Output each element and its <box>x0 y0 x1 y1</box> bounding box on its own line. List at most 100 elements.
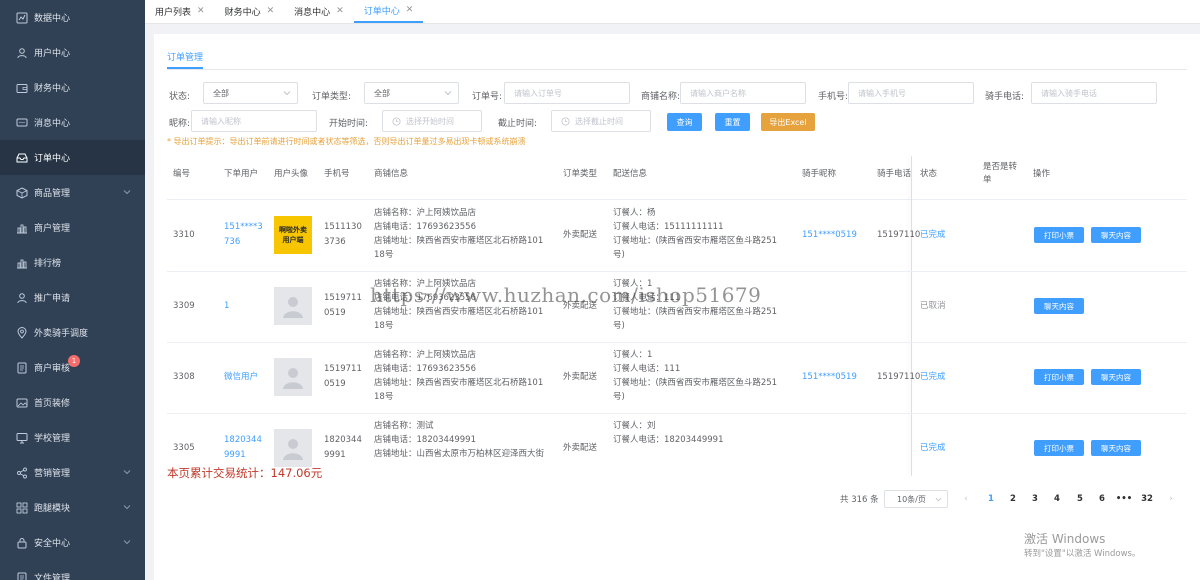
rider-name[interactable]: 151****0519 <box>802 228 857 243</box>
location-icon <box>16 326 28 339</box>
picture-icon <box>16 397 28 409</box>
chat-content-button[interactable]: 聊天内容 <box>1091 369 1141 385</box>
reset-button[interactable]: 重置 <box>715 113 750 131</box>
status-badge: 已完成 <box>920 372 946 382</box>
sidebar-item[interactable]: 消息中心 <box>0 105 145 140</box>
sidebar-item[interactable]: 商户管理 <box>0 210 145 245</box>
page-number[interactable]: 6 <box>1092 490 1112 508</box>
message-icon <box>16 117 28 129</box>
rider-phone-input[interactable]: 请输入骑手电话 <box>1031 82 1157 104</box>
order-user[interactable]: 151****3 <box>224 220 263 235</box>
page-number[interactable]: 32 <box>1137 490 1157 508</box>
shop-address: 店铺地址：陕西省西安市雁塔区北石桥路101 <box>374 307 544 317</box>
close-icon[interactable]: ✕ <box>336 6 344 16</box>
chat-content-button[interactable]: 聊天内容 <box>1091 227 1141 243</box>
tab-label: 消息中心 <box>294 7 331 18</box>
sidebar-item-label: 订单中心 <box>34 154 71 164</box>
monitor-icon <box>16 432 28 444</box>
close-icon[interactable]: ✕ <box>406 5 414 15</box>
box-icon <box>16 186 28 199</box>
sidebar-item[interactable]: 营销管理 <box>0 455 145 490</box>
rider-name[interactable]: 151****0519 <box>802 370 857 385</box>
delivery-name: 订餐人：1 <box>613 350 653 360</box>
end-time-picker[interactable]: 选择截止时间 <box>551 110 651 132</box>
start-time-picker[interactable]: 选择开始时间 <box>382 110 482 132</box>
print-receipt-button[interactable]: 打印小票 <box>1034 440 1084 456</box>
tab[interactable]: 财务中心 ✕ <box>215 0 285 23</box>
sidebar-item[interactable]: 商户审核 1 <box>0 350 145 385</box>
chat-content-button[interactable]: 聊天内容 <box>1034 298 1084 314</box>
header-id: 编号 <box>173 169 191 179</box>
sidebar-item-label: 排行榜 <box>34 259 62 269</box>
phone-input[interactable]: 请输入手机号 <box>848 82 974 104</box>
delivery-address: 订餐地址：(陕西省西安市雁塔区鱼斗路251 <box>613 236 778 246</box>
tab[interactable]: 订单中心 ✕ <box>353 0 424 23</box>
chat-content-button[interactable]: 聊天内容 <box>1091 440 1141 456</box>
prev-page-button[interactable]: ‹ <box>956 490 976 508</box>
sidebar-item[interactable]: 财务中心 <box>0 70 145 105</box>
header-ops: 操作 <box>1033 169 1051 179</box>
order-user[interactable]: 微信用户 <box>224 370 258 385</box>
sidebar-item[interactable]: 文件管理 <box>0 560 145 580</box>
tab-label: 用户列表 <box>155 7 192 18</box>
order-user[interactable]: 1 <box>224 299 229 314</box>
print-receipt-button[interactable]: 打印小票 <box>1034 227 1084 243</box>
sidebar-item[interactable]: 商品管理 <box>0 175 145 210</box>
order-user[interactable]: 9991 <box>224 448 246 463</box>
close-icon[interactable]: ✕ <box>267 6 275 16</box>
sidebar-item[interactable]: 首页装修 <box>0 385 145 420</box>
order-type-select[interactable]: 全部 <box>364 82 459 104</box>
windows-activation-title: 激活 Windows <box>1024 532 1106 546</box>
sidebar-item-label: 推广申请 <box>34 294 71 304</box>
start-time-label: 开始时间: <box>329 119 369 129</box>
order-phone: 0519 <box>324 308 346 318</box>
order-type: 外卖配送 <box>563 443 598 453</box>
tab[interactable]: 用户列表 ✕ <box>145 0 215 23</box>
tab[interactable]: 消息中心 ✕ <box>284 0 354 23</box>
close-icon[interactable]: ✕ <box>197 6 205 16</box>
page-size-select[interactable]: 10条/页 <box>884 490 948 508</box>
sidebar-item[interactable]: 推广申请 <box>0 280 145 315</box>
next-page-button[interactable]: › <box>1161 490 1181 508</box>
sidebar-item-label: 首页装修 <box>34 399 71 409</box>
export-tip: * 导出订单提示：导出订单前请进行时间或者状态等筛选，否则导出订单量过多易出现卡… <box>167 137 526 146</box>
order-user[interactable]: 1820344 <box>224 433 262 448</box>
print-receipt-button[interactable]: 打印小票 <box>1034 369 1084 385</box>
order-user[interactable]: 736 <box>224 235 240 250</box>
sidebar-item[interactable]: 订单中心 <box>0 140 145 175</box>
sidebar-item[interactable]: 学校管理 <box>0 420 145 455</box>
wallet-icon <box>16 82 28 94</box>
sidebar-item[interactable]: 用户中心 <box>0 35 145 70</box>
pagination-ellipsis[interactable]: ••• <box>1114 490 1134 508</box>
sidebar-item[interactable]: 安全中心 <box>0 525 145 560</box>
page-number[interactable]: 3 <box>1025 490 1045 508</box>
page-number[interactable]: 5 <box>1070 490 1090 508</box>
order-no-input[interactable]: 请输入订单号 <box>504 82 630 104</box>
lock-icon <box>16 537 28 549</box>
default-avatar-icon <box>283 297 303 318</box>
chart-icon <box>16 257 28 269</box>
header-rider-phone: 骑手电话 <box>877 169 912 179</box>
page-number[interactable]: 1 <box>981 490 1001 508</box>
export-excel-button[interactable]: 导出Excel <box>761 113 815 131</box>
document-icon <box>16 572 28 580</box>
fixed-column-shadow <box>911 156 912 476</box>
order-type-select-value: 全部 <box>374 88 390 98</box>
sidebar-item[interactable]: 数据中心 <box>0 0 145 35</box>
delivery-phone: 订餐人电话：18203449991 <box>613 435 724 445</box>
search-button[interactable]: 查询 <box>667 113 702 131</box>
sidebar-item[interactable]: 排行榜 <box>0 245 145 280</box>
tab-order-management[interactable]: 订单管理 <box>167 50 204 69</box>
nickname-input[interactable]: 请输入昵称 <box>191 110 317 132</box>
page-number[interactable]: 2 <box>1003 490 1023 508</box>
delivery-phone: 订餐人电话：15111111111 <box>613 222 724 232</box>
sidebar-item[interactable]: 外卖骑手调度 <box>0 315 145 350</box>
phone-label: 手机号: <box>818 92 849 102</box>
shop-address: 18号 <box>374 250 394 260</box>
sidebar-item[interactable]: 跑腿模块 <box>0 490 145 525</box>
sidebar-item-label: 消息中心 <box>34 119 71 129</box>
sidebar-item-label: 跑腿模块 <box>34 504 71 514</box>
status-select[interactable]: 全部 <box>203 82 298 104</box>
page-number[interactable]: 4 <box>1047 490 1067 508</box>
shop-name-input[interactable]: 请输入商户名称 <box>680 82 806 104</box>
